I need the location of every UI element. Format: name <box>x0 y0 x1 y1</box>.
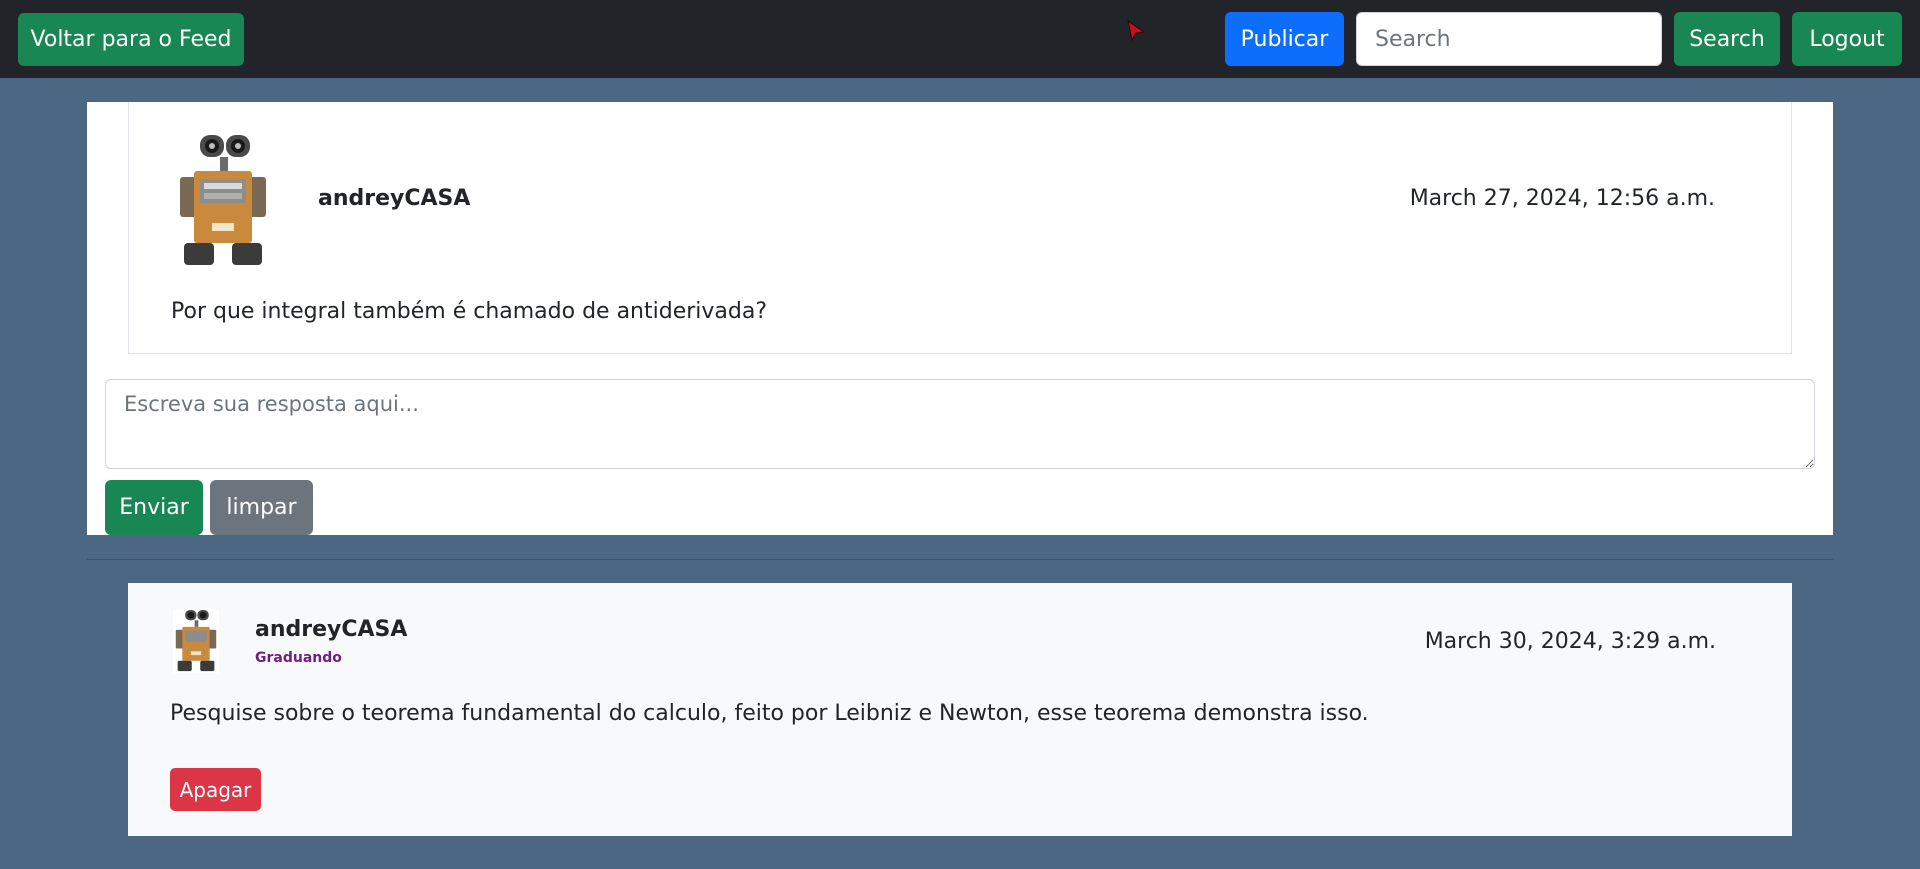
answer-text: Pesquise sobre o teorema fundamental do … <box>170 701 1369 726</box>
section-divider <box>87 559 1833 560</box>
mouse-cursor-icon <box>1127 20 1146 42</box>
answer-card: andreyCASA Graduando March 30, 2024, 3:2… <box>128 583 1792 836</box>
question-text: Por que integral também é chamado de ant… <box>171 299 768 324</box>
top-navbar: Voltar para o Feed Publicar Search Logou… <box>0 0 1920 78</box>
user-avatar <box>174 133 272 269</box>
answer-role-badge: Graduando <box>255 650 342 666</box>
question-author[interactable]: andreyCASA <box>318 186 470 211</box>
delete-answer-button[interactable]: Apagar <box>170 768 261 811</box>
logout-button[interactable]: Logout <box>1792 12 1902 66</box>
back-to-feed-button[interactable]: Voltar para o Feed <box>18 13 244 66</box>
reply-textarea[interactable] <box>105 379 1815 469</box>
answer-timestamp: March 30, 2024, 3:29 a.m. <box>1424 629 1716 654</box>
submit-reply-button[interactable]: Enviar <box>105 480 203 535</box>
answer-user-avatar <box>172 609 220 673</box>
search-input[interactable] <box>1356 12 1662 66</box>
answer-author[interactable]: andreyCASA <box>255 617 407 642</box>
question-card: andreyCASA March 27, 2024, 12:56 a.m. Po… <box>128 102 1792 354</box>
publish-button[interactable]: Publicar <box>1225 12 1344 66</box>
clear-reply-button[interactable]: limpar <box>210 480 313 535</box>
search-button[interactable]: Search <box>1674 12 1780 66</box>
question-timestamp: March 27, 2024, 12:56 a.m. <box>1409 186 1715 211</box>
